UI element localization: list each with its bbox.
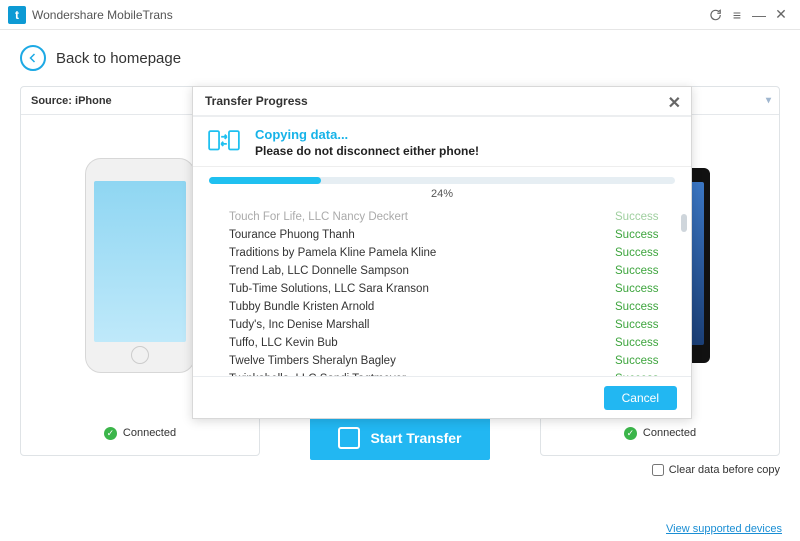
clear-data-label: Clear data before copy [669, 464, 780, 476]
item-status: Success [615, 281, 675, 297]
dialog-header: Transfer Progress ✕ [193, 87, 691, 117]
list-item: Tuffo, LLC Kevin BubSuccess [193, 334, 691, 352]
scrollbar-thumb[interactable] [681, 214, 687, 232]
list-item: Twinkabella, LLC Sandi TagtmeyerSuccess [193, 370, 691, 376]
titlebar: t Wondershare MobileTrans ≡ — ✕ [0, 0, 800, 30]
dialog-close-icon[interactable]: ✕ [668, 93, 681, 113]
list-item: Tourance Phuong ThanhSuccess [193, 226, 691, 244]
feedback-icon[interactable] [704, 4, 726, 26]
clear-data-input[interactable] [652, 464, 664, 476]
dialog-footer: Cancel [193, 376, 691, 418]
minimize-icon[interactable]: — [748, 4, 770, 26]
item-name: Tuffo, LLC Kevin Bub [229, 335, 615, 351]
item-name: Tudy's, Inc Denise Marshall [229, 317, 615, 333]
close-icon[interactable]: ✕ [770, 4, 792, 26]
back-row: Back to homepage [0, 38, 800, 78]
transfer-list: Touch For Life, LLC Nancy DeckertSuccess… [193, 206, 691, 376]
list-item: Tubby Bundle Kristen ArnoldSuccess [193, 298, 691, 316]
main-content: Source: iPhone ▾ ✓ Connected ▾ ✓ Connect… [20, 86, 780, 506]
source-status: ✓ Connected [21, 415, 259, 451]
start-transfer-button[interactable]: Start Transfer [310, 416, 490, 460]
copy-subtitle: Please do not disconnect either phone! [255, 144, 479, 158]
item-status: Success [615, 317, 675, 333]
back-link[interactable]: Back to homepage [56, 50, 181, 67]
progress-section: 24% [193, 167, 691, 206]
item-name: Twinkabella, LLC Sandi Tagtmeyer [229, 371, 615, 376]
menu-icon[interactable]: ≡ [726, 4, 748, 26]
check-icon: ✓ [104, 427, 117, 440]
item-status: Success [615, 299, 675, 315]
transfer-icon [338, 427, 360, 449]
chevron-down-icon: ▾ [766, 95, 771, 106]
progress-percent: 24% [209, 188, 675, 200]
transfer-progress-dialog: Transfer Progress ✕ Copying data... Plea… [192, 86, 692, 419]
item-status: Success [615, 371, 675, 376]
progress-bar [209, 177, 675, 184]
clear-data-checkbox[interactable]: Clear data before copy [652, 464, 780, 476]
item-name: Tubby Bundle Kristen Arnold [229, 299, 615, 315]
destination-status: ✓ Connected [541, 415, 779, 451]
start-transfer-label: Start Transfer [370, 430, 461, 446]
item-name: Traditions by Pamela Kline Pamela Kline [229, 245, 615, 261]
item-name: Tub-Time Solutions, LLC Sara Kranson [229, 281, 615, 297]
copy-title: Copying data... [255, 127, 479, 142]
item-status: Success [615, 263, 675, 279]
back-arrow-icon[interactable] [20, 45, 46, 71]
cancel-button[interactable]: Cancel [604, 386, 677, 410]
item-name: Twelve Timbers Sheralyn Bagley [229, 353, 615, 369]
list-item: Tudy's, Inc Denise MarshallSuccess [193, 316, 691, 334]
destination-status-label: Connected [643, 427, 696, 439]
app-logo-icon: t [8, 6, 26, 24]
dialog-info: Copying data... Please do not disconnect… [193, 117, 691, 167]
list-item: Traditions by Pamela Kline Pamela KlineS… [193, 244, 691, 262]
item-status: Success [615, 335, 675, 351]
source-label: Source: iPhone [31, 95, 112, 107]
list-item: Tub-Time Solutions, LLC Sara KransonSucc… [193, 280, 691, 298]
item-status: Success [615, 353, 675, 369]
progress-fill [209, 177, 321, 184]
dialog-title: Transfer Progress [205, 94, 308, 108]
copy-devices-icon [207, 127, 241, 155]
view-supported-devices-link[interactable]: View supported devices [666, 523, 782, 535]
list-item: Touch For Life, LLC Nancy DeckertSuccess [193, 208, 691, 226]
source-status-label: Connected [123, 427, 176, 439]
item-name: Touch For Life, LLC Nancy Deckert [229, 209, 615, 225]
app-title: Wondershare MobileTrans [32, 8, 173, 22]
item-status: Success [615, 245, 675, 261]
item-name: Trend Lab, LLC Donnelle Sampson [229, 263, 615, 279]
iphone-icon [85, 158, 195, 373]
list-item: Trend Lab, LLC Donnelle SampsonSuccess [193, 262, 691, 280]
check-icon: ✓ [624, 427, 637, 440]
item-name: Tourance Phuong Thanh [229, 227, 615, 243]
item-status: Success [615, 209, 675, 225]
item-status: Success [615, 227, 675, 243]
list-item: Twelve Timbers Sheralyn BagleySuccess [193, 352, 691, 370]
